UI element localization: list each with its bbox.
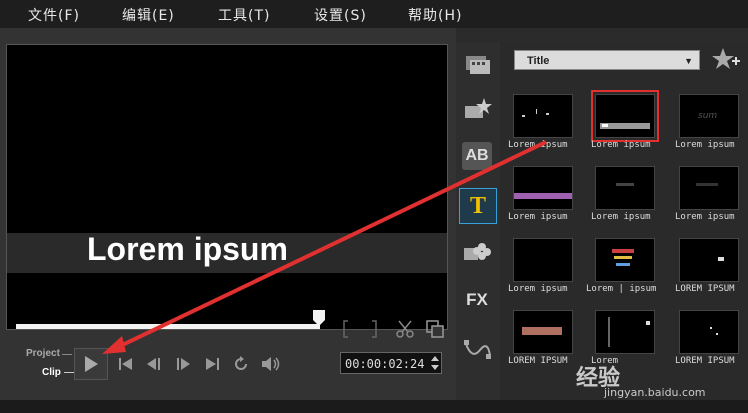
annotation-arrow bbox=[102, 140, 547, 354]
timeline-strip bbox=[0, 400, 748, 413]
watermark-url: jingyan.baidu.com bbox=[604, 386, 706, 399]
